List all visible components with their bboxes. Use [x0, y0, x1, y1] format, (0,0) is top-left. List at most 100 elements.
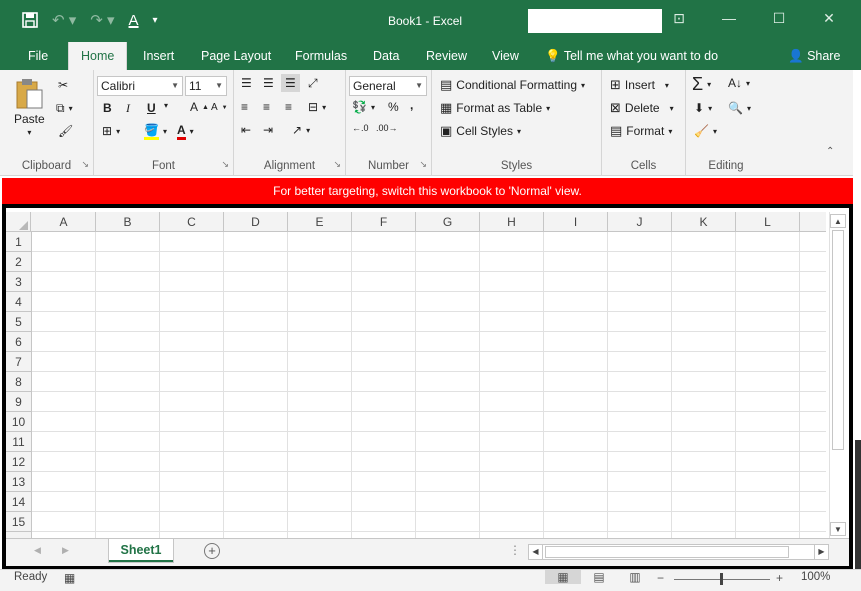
format-as-table-button[interactable]: ▦ Format as Table ▾ [440, 101, 550, 116]
tab-formulas[interactable]: Formulas [283, 42, 359, 70]
decrease-decimal-icon[interactable]: .00→ [376, 123, 398, 133]
underline-button[interactable]: U [147, 101, 156, 115]
fill-color-icon[interactable]: 🪣 ▾ [144, 123, 167, 140]
horizontal-scrollbar[interactable]: ◀ ▶ [528, 544, 829, 560]
conditional-formatting-button[interactable]: ▤ Conditional Formatting ▾ [440, 78, 585, 93]
zoom-out-icon[interactable]: − [657, 571, 664, 585]
font-name-select[interactable]: Calibri ▼ [97, 76, 183, 96]
column-header[interactable]: G [416, 212, 480, 232]
column-header[interactable]: H [480, 212, 544, 232]
row-header[interactable]: 5 [6, 312, 31, 332]
scroll-right-icon[interactable]: ▶ [814, 545, 828, 559]
add-sheet-icon[interactable]: + [204, 543, 220, 559]
column-header[interactable]: K [672, 212, 736, 232]
decrease-font-icon[interactable]: A ▼ [211, 102, 228, 113]
merge-center-icon[interactable]: ⊟ ▾ [308, 100, 326, 114]
zoom-level[interactable]: 100% [801, 571, 830, 583]
next-sheet-icon[interactable]: ▶ [62, 545, 69, 556]
scroll-left-icon[interactable]: ◀ [529, 545, 543, 559]
customize-qat-icon[interactable]: ▾ [153, 10, 158, 30]
increase-indent-icon[interactable]: ⇥ [263, 123, 273, 137]
number-format-select[interactable]: General ▼ [349, 76, 427, 96]
paste-button[interactable]: Paste ▾ [14, 78, 45, 137]
zoom-in-icon[interactable]: + [776, 571, 783, 585]
font-launcher-icon[interactable]: ↘ [221, 159, 229, 170]
borders-icon[interactable]: ⊞ ▾ [102, 124, 120, 138]
center-icon[interactable]: ≡ [263, 100, 270, 114]
increase-decimal-icon[interactable]: ←.0 [352, 123, 369, 133]
cell-grid[interactable] [32, 232, 826, 538]
accounting-format-icon[interactable]: 💱 ▾ [352, 100, 375, 114]
row-header[interactable]: 14 [6, 492, 31, 512]
increase-font-icon[interactable]: A ▲ [190, 100, 209, 114]
top-align-icon[interactable]: ☰ [241, 76, 252, 90]
decrease-indent-icon[interactable]: ⇤ [241, 123, 251, 137]
font-color-icon[interactable]: A ▾ [177, 123, 194, 140]
row-header[interactable]: 12 [6, 452, 31, 472]
autosum-icon[interactable]: Σ ▾ [692, 74, 711, 95]
text-direction-icon[interactable]: ↗ ▾ [292, 123, 310, 137]
align-left-icon[interactable]: ≡ [241, 100, 248, 114]
row-header[interactable]: 1 [6, 232, 31, 252]
share-button[interactable]: 👤 Share [788, 42, 840, 70]
tab-home[interactable]: Home [68, 42, 128, 70]
column-header[interactable]: F [352, 212, 416, 232]
account-box[interactable] [528, 9, 662, 33]
collapse-ribbon-icon[interactable]: ⌃ [826, 146, 834, 157]
column-header[interactable]: C [160, 212, 224, 232]
insert-cells-button[interactable]: ⊞ Insert ▾ [610, 78, 669, 93]
cut-icon[interactable]: ✂ [58, 78, 68, 92]
macro-recording-icon[interactable]: ▦ [64, 571, 75, 585]
prev-sheet-icon[interactable]: ◀ [34, 545, 41, 556]
tab-review[interactable]: Review [414, 42, 479, 70]
comma-button[interactable]: , [410, 98, 413, 112]
font-color-icon[interactable]: A [129, 10, 139, 30]
row-header[interactable]: 9 [6, 392, 31, 412]
column-header[interactable]: B [96, 212, 160, 232]
row-header[interactable]: 3 [6, 272, 31, 292]
tell-me-box[interactable]: 💡 Tell me what you want to do [545, 42, 718, 70]
page-break-view-icon[interactable]: ▥ [617, 570, 653, 584]
scroll-down-icon[interactable]: ▼ [830, 522, 846, 536]
italic-button[interactable]: I [126, 101, 130, 116]
alignment-launcher-icon[interactable]: ↘ [333, 159, 341, 170]
row-header[interactable]: 4 [6, 292, 31, 312]
row-header[interactable]: 7 [6, 352, 31, 372]
find-select-icon[interactable]: 🔍 ▾ [728, 101, 751, 115]
sheet-tab-sheet1[interactable]: Sheet1 [108, 539, 174, 563]
copy-icon[interactable]: ⧉ ▾ [56, 101, 73, 116]
column-header[interactable]: D [224, 212, 288, 232]
underline-dropdown-icon[interactable]: ▾ [164, 101, 168, 110]
scroll-up-icon[interactable]: ▲ [830, 214, 846, 228]
zoom-slider-knob[interactable] [720, 573, 723, 585]
bold-button[interactable]: B [103, 101, 112, 115]
percent-button[interactable]: % [388, 100, 399, 114]
redo-icon[interactable]: ↷ ▾ [90, 10, 114, 30]
row-header[interactable]: 13 [6, 472, 31, 492]
page-layout-view-icon[interactable]: ▤ [581, 570, 617, 584]
font-size-select[interactable]: 11 ▼ [185, 76, 227, 96]
format-painter-icon[interactable]: 🖌 [58, 124, 73, 138]
column-header[interactable]: J [608, 212, 672, 232]
vertical-scroll-thumb[interactable] [832, 230, 844, 450]
row-header[interactable]: 15 [6, 512, 31, 532]
vertical-scrollbar[interactable]: ▲ ▼ [829, 212, 846, 538]
column-header[interactable]: L [736, 212, 800, 232]
column-header[interactable]: A [32, 212, 96, 232]
row-header[interactable]: 2 [6, 252, 31, 272]
delete-cells-button[interactable]: ⊠ Delete ▾ [610, 101, 674, 116]
number-launcher-icon[interactable]: ↘ [419, 159, 427, 170]
save-icon[interactable] [22, 10, 38, 30]
row-header[interactable]: 10 [6, 412, 31, 432]
close-icon[interactable]: ✕ [819, 10, 839, 27]
format-cells-button[interactable]: ▤ Format ▾ [610, 124, 672, 139]
cell-styles-button[interactable]: ▣ Cell Styles ▾ [440, 124, 521, 139]
horizontal-scroll-thumb[interactable] [545, 546, 789, 558]
sort-filter-icon[interactable]: A↓ ▾ [728, 76, 750, 90]
splitter-icon[interactable]: ⋮ [509, 543, 521, 557]
select-all-button[interactable] [6, 212, 31, 232]
undo-icon[interactable]: ↶ ▾ [52, 10, 76, 30]
normal-view-icon[interactable]: ▦ [545, 570, 581, 584]
row-header[interactable]: 8 [6, 372, 31, 392]
clipboard-launcher-icon[interactable]: ↘ [81, 159, 89, 170]
